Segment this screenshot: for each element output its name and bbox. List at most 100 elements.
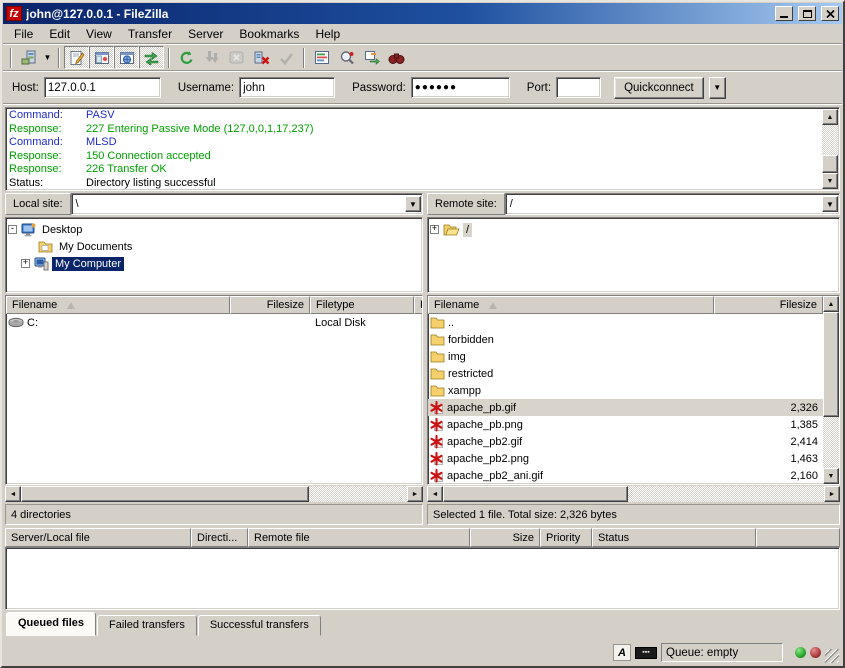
scroll-right-icon[interactable]: ►	[824, 486, 840, 502]
remote-file-row-selected[interactable]: apache_pb.gif 2,326	[428, 399, 823, 416]
resize-grip[interactable]	[825, 649, 839, 663]
log-scrollbar[interactable]: ▲ ▼	[822, 109, 838, 189]
tab-failed-transfers[interactable]: Failed transfers	[97, 615, 197, 636]
username-input[interactable]	[239, 77, 335, 98]
column-lastmodified[interactable]: L	[414, 296, 422, 314]
process-queue-icon	[204, 50, 219, 65]
file-name: C:	[27, 317, 38, 329]
site-manager-dropdown[interactable]: ▼	[41, 46, 54, 69]
file-name: apache_pb.gif	[447, 402, 516, 414]
tab-queued-files[interactable]: Queued files	[6, 612, 96, 636]
tree-item-root[interactable]: + /	[430, 221, 837, 238]
menu-bookmarks[interactable]: Bookmarks	[231, 25, 307, 43]
scroll-down-icon[interactable]: ▼	[822, 173, 838, 189]
menu-file[interactable]: File	[6, 25, 41, 43]
local-tree-icon	[94, 50, 110, 66]
menu-transfer[interactable]: Transfer	[120, 25, 180, 43]
scroll-up-icon[interactable]: ▲	[822, 109, 838, 125]
column-size[interactable]: Size	[470, 528, 540, 547]
remote-file-row[interactable]: forbidden	[428, 331, 823, 348]
scroll-down-icon[interactable]: ▼	[823, 468, 839, 484]
column-filesize[interactable]: Filesize	[230, 296, 310, 314]
password-input[interactable]	[411, 77, 510, 98]
maximize-button[interactable]	[798, 6, 816, 21]
title-bar[interactable]: fz john@127.0.0.1 - FileZilla	[3, 3, 842, 24]
sort-ascending-icon	[489, 302, 497, 309]
chevron-down-icon[interactable]: ▼	[405, 196, 421, 212]
toggle-remote-tree-button[interactable]	[114, 46, 139, 69]
speed-limit-icon: ▪▪▪	[635, 647, 657, 659]
drive-icon	[8, 317, 24, 328]
local-site-combo[interactable]: \ ▼	[71, 193, 423, 215]
remote-file-row[interactable]: restricted	[428, 365, 823, 382]
scroll-up-icon[interactable]: ▲	[823, 296, 839, 312]
remote-horizontal-scrollbar[interactable]: ◄ ►	[427, 486, 840, 502]
remote-site-combo[interactable]: / ▼	[505, 193, 840, 215]
remote-file-row[interactable]: ..	[428, 314, 823, 331]
port-input[interactable]	[556, 77, 601, 98]
menu-view[interactable]: View	[78, 25, 120, 43]
collapse-icon[interactable]: -	[8, 225, 17, 234]
toggle-transfer-queue-button[interactable]	[139, 46, 164, 69]
process-queue-button[interactable]	[199, 46, 224, 69]
column-server-local-file[interactable]: Server/Local file	[5, 528, 191, 547]
scroll-left-icon[interactable]: ◄	[5, 486, 21, 502]
file-name: xampp	[448, 385, 481, 397]
column-filename[interactable]: Filename	[428, 296, 714, 314]
column-filetype[interactable]: Filetype	[310, 296, 414, 314]
file-search-button[interactable]	[334, 46, 359, 69]
sort-ascending-icon	[67, 302, 75, 309]
scrollbar-thumb[interactable]	[823, 312, 839, 417]
toggle-message-log-button[interactable]	[64, 46, 89, 69]
column-filesize[interactable]: Filesize	[714, 296, 823, 314]
refresh-button[interactable]	[174, 46, 199, 69]
tree-item-my-documents[interactable]: My Documents	[8, 238, 420, 255]
column-priority[interactable]: Priority	[540, 528, 592, 547]
expand-icon[interactable]: +	[430, 225, 439, 234]
remote-file-row[interactable]: img	[428, 348, 823, 365]
site-manager-button[interactable]	[16, 46, 41, 69]
synchronized-browsing-button[interactable]	[359, 46, 384, 69]
remote-vertical-scrollbar[interactable]: ▲ ▼	[823, 296, 839, 484]
scrollbar-thumb[interactable]	[21, 486, 309, 502]
status-bar: A ▪▪▪ Queue: empty	[3, 640, 842, 665]
menu-server[interactable]: Server	[180, 25, 231, 43]
host-input[interactable]	[44, 77, 161, 98]
column-direction[interactable]: Directi...	[191, 528, 248, 547]
tab-successful-transfers[interactable]: Successful transfers	[198, 615, 321, 636]
remote-file-row[interactable]: xampp	[428, 382, 823, 399]
remote-file-row[interactable]: apache_pb2.png 1,463	[428, 450, 823, 467]
quickconnect-button[interactable]: Quickconnect	[614, 77, 704, 99]
chevron-down-icon[interactable]: ▼	[822, 196, 838, 212]
menu-edit[interactable]: Edit	[41, 25, 78, 43]
directory-listing-filters-button[interactable]	[309, 46, 334, 69]
column-status[interactable]: Status	[592, 528, 756, 547]
local-horizontal-scrollbar[interactable]: ◄ ►	[5, 486, 423, 502]
cancel-icon	[229, 51, 244, 64]
close-button[interactable]	[821, 6, 839, 21]
remote-file-row[interactable]: apache_pb.png 1,385	[428, 416, 823, 433]
minimize-button[interactable]	[775, 6, 793, 21]
tree-item-desktop[interactable]: - Desktop	[8, 221, 420, 238]
scroll-left-icon[interactable]: ◄	[427, 486, 443, 502]
scrollbar-thumb[interactable]	[822, 155, 838, 173]
remote-file-row[interactable]: apache_pb2_ani.gif 2,160	[428, 467, 823, 484]
disconnect-button[interactable]	[249, 46, 274, 69]
tree-item-my-computer[interactable]: + My Computer	[8, 255, 420, 272]
directory-comparison-button[interactable]	[384, 46, 409, 69]
scrollbar-thumb[interactable]	[443, 486, 628, 502]
expand-icon[interactable]: +	[21, 259, 30, 268]
file-size: 2,160	[714, 470, 823, 482]
remote-file-row[interactable]: apache_pb2.gif 2,414	[428, 433, 823, 450]
reconnect-button[interactable]	[274, 46, 299, 69]
toggle-local-tree-button[interactable]	[89, 46, 114, 69]
column-remote-file[interactable]: Remote file	[248, 528, 470, 547]
image-file-icon	[430, 435, 444, 449]
cancel-operation-button[interactable]	[224, 46, 249, 69]
menu-help[interactable]: Help	[307, 25, 348, 43]
quickconnect-dropdown[interactable]: ▼	[709, 77, 726, 99]
local-file-row[interactable]: C: Local Disk	[6, 314, 422, 331]
scroll-right-icon[interactable]: ►	[407, 486, 423, 502]
column-filename[interactable]: Filename	[6, 296, 230, 314]
minimize-icon	[780, 16, 788, 18]
